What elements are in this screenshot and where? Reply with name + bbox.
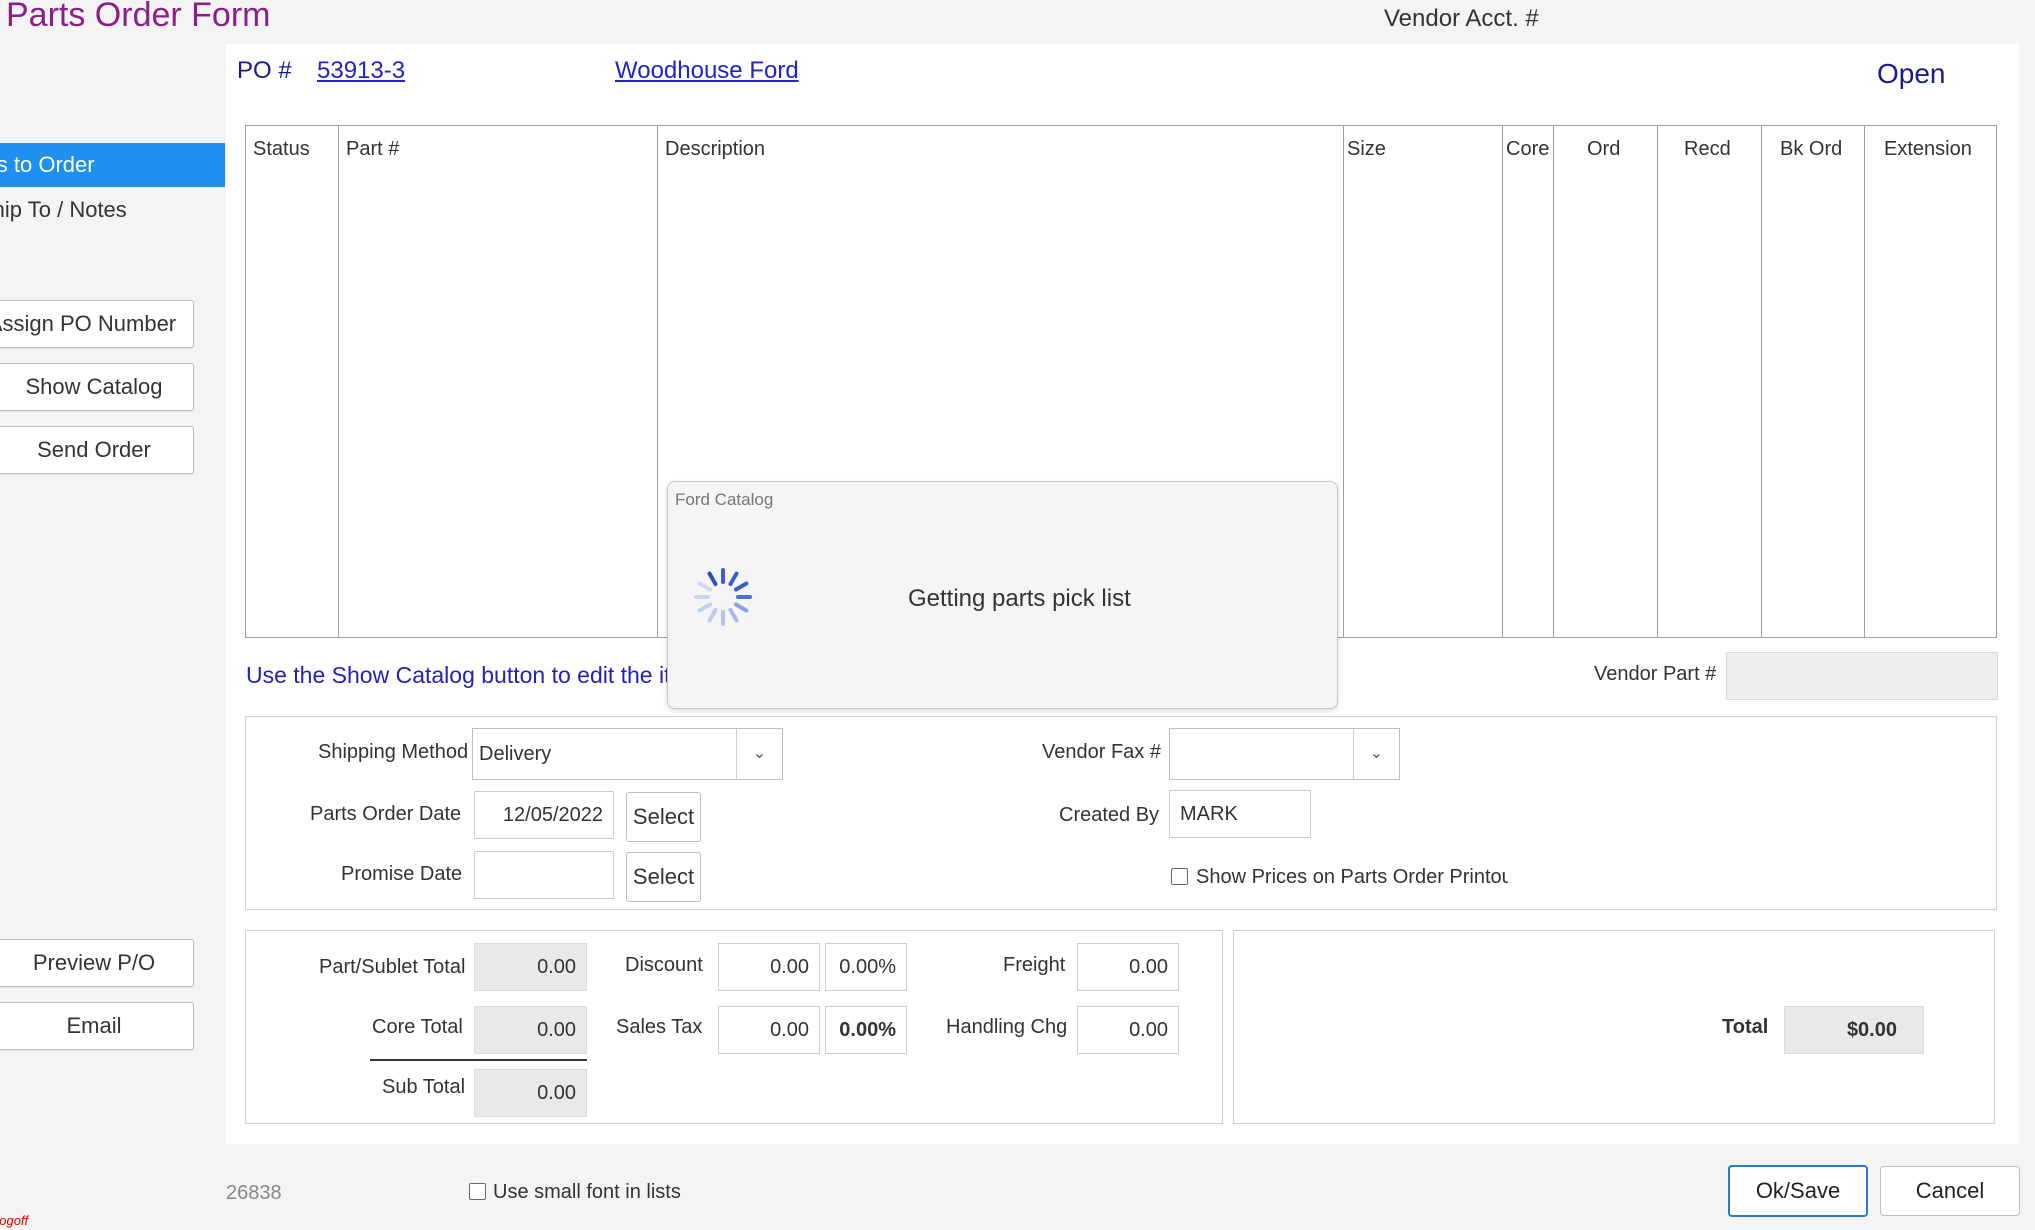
send-order-button[interactable]: Send Order [0, 426, 194, 474]
part-sublet-total-label: Part/Sublet Total [319, 956, 466, 978]
dialog-title: Ford Catalog [675, 490, 774, 509]
grid-column-part-number: Part # [339, 126, 658, 637]
dialog-message: Getting parts pick list [908, 585, 1131, 612]
sub-total-label: Sub Total [382, 1076, 466, 1098]
order-date-select-button[interactable]: Select [626, 792, 701, 842]
sidebar-tab-label: Items to Order [0, 152, 95, 177]
freight-field[interactable]: 0.00 [1077, 943, 1179, 991]
assign-po-number-button[interactable]: Assign PO Number [0, 300, 194, 348]
sub-total-field: 0.00 [474, 1069, 587, 1117]
chevron-down-icon: ⌄ [1353, 729, 1399, 779]
core-total-field: 0.00 [474, 1006, 587, 1054]
spinner-icon [694, 568, 752, 626]
vendor-acct-label: Vendor Acct. # [1384, 5, 1539, 32]
discount-label: Discount [625, 954, 703, 976]
vendor-fax-label: Vendor Fax # [1042, 741, 1161, 763]
grid-column-size: Size [1344, 126, 1503, 637]
chevron-down-icon: ⌄ [736, 729, 782, 779]
preview-po-button[interactable]: Preview P/O [0, 939, 194, 987]
grid-header: Part # [346, 138, 400, 160]
core-total-label: Core Total [372, 1016, 463, 1038]
vendor-name-link[interactable]: Woodhouse Ford [615, 57, 799, 85]
promise-date-select-button[interactable]: Select [626, 852, 701, 902]
ford-catalog-dialog: Ford Catalog Getting parts pick list [667, 481, 1338, 709]
status-badge: Open [1877, 58, 1946, 89]
grid-column-extension: Extension [1865, 126, 1996, 637]
handling-charge-label: Handling Chg [946, 1016, 1068, 1038]
sidebar-tab-items-to-order[interactable]: Items to Order [0, 143, 225, 187]
grid-column-recd: Recd [1658, 126, 1762, 637]
grid-header: Extension [1884, 138, 1972, 160]
logoff-label: Logoff [0, 1213, 29, 1228]
vendor-fax-select[interactable]: ⌄ [1169, 728, 1400, 780]
part-sublet-total-field: 0.00 [474, 943, 587, 991]
sidebar-tab-ship-to-notes[interactable]: Ship To / Notes [0, 188, 225, 232]
shipping-method-label: Shipping Method [318, 741, 469, 763]
sales-tax-label: Sales Tax [616, 1016, 703, 1038]
show-prices-checkbox[interactable] [1171, 868, 1188, 885]
app-title: Parts Order Form [6, 0, 271, 34]
grid-column-ord: Ord [1554, 126, 1658, 637]
grid-header: Size [1347, 138, 1386, 160]
total-field: $0.00 [1784, 1006, 1924, 1054]
po-label: PO # [237, 57, 292, 84]
small-font-label: Use small font in lists [493, 1181, 681, 1203]
parts-order-date-field[interactable]: 12/05/2022 [474, 791, 614, 839]
record-number: 26838 [226, 1182, 282, 1204]
catalog-hint: Use the Show Catalog button to edit the … [246, 662, 714, 688]
cancel-button[interactable]: Cancel [1880, 1166, 2020, 1216]
total-label: Total [1722, 1016, 1769, 1038]
sales-tax-field[interactable]: 0.00 [718, 1006, 820, 1054]
grid-header: Recd [1684, 138, 1731, 160]
vendor-part-label: Vendor Part # [1594, 663, 1717, 685]
shipping-method-value: Delivery [479, 743, 552, 765]
parts-order-date-label: Parts Order Date [310, 803, 462, 825]
created-by-field[interactable]: MARK [1169, 790, 1311, 838]
grid-header: Status [253, 138, 310, 160]
show-catalog-button[interactable]: Show Catalog [0, 363, 194, 411]
grid-header: Core [1506, 138, 1550, 160]
grid-header: Bk Ord [1780, 138, 1843, 160]
subtotal-divider [370, 1059, 587, 1061]
shipping-method-select[interactable]: Delivery ⌄ [472, 728, 783, 780]
grid-column-core: Core [1503, 126, 1554, 637]
promise-date-field[interactable] [474, 851, 614, 899]
logoff-link[interactable]: Logoff [0, 1213, 28, 1228]
grid-column-bk-ord: Bk Ord [1762, 126, 1865, 637]
sales-tax-percent-field[interactable]: 0.00% [825, 1006, 907, 1054]
grid-column-status: Status [246, 126, 339, 637]
ok-save-button[interactable]: Ok/Save [1728, 1165, 1868, 1217]
vendor-part-field[interactable] [1726, 652, 1998, 700]
sidebar-tab-label: Ship To / Notes [0, 197, 127, 222]
grid-header: Description [665, 138, 766, 160]
assign-po-number-label: Assign PO Number [0, 311, 177, 336]
po-number-link[interactable]: 53913-3 [317, 57, 405, 85]
show-prices-label: Show Prices on Parts Order Printout [1196, 866, 1508, 888]
grid-header: Ord [1587, 138, 1621, 160]
handling-charge-field[interactable]: 0.00 [1077, 1006, 1179, 1054]
discount-percent-field[interactable]: 0.00% [825, 943, 907, 991]
email-button[interactable]: Email [0, 1002, 194, 1050]
promise-date-label: Promise Date [341, 863, 463, 885]
small-font-checkbox[interactable] [469, 1183, 486, 1200]
created-by-label: Created By [1059, 804, 1160, 826]
freight-label: Freight [1003, 954, 1066, 976]
discount-field[interactable]: 0.00 [718, 943, 820, 991]
